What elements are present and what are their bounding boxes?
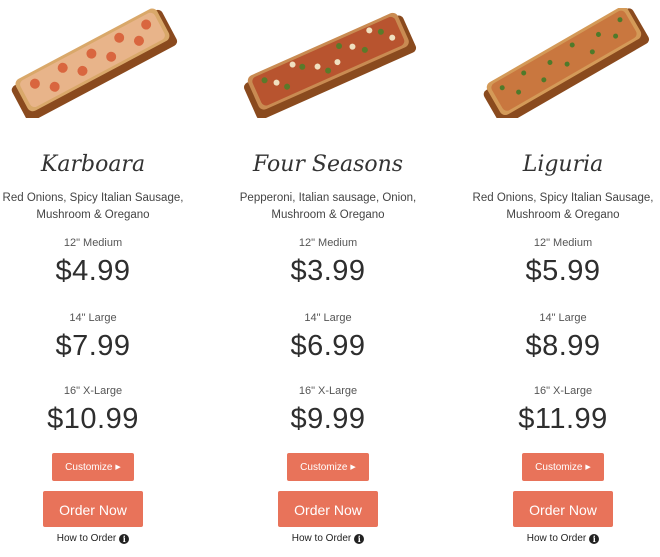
price-large: $8.99 <box>525 330 601 362</box>
how-to-order-label: How to Order <box>526 533 587 544</box>
pizza-card-four-seasons: Four Seasons Pepperoni, Italian sausage,… <box>218 0 438 557</box>
how-to-order-link[interactable]: How to Order i <box>0 533 203 544</box>
customize-button[interactable]: Customize ▶ <box>287 453 369 481</box>
price-medium: $4.99 <box>55 255 131 287</box>
pizza-board-image <box>11 8 178 118</box>
info-circle-icon: i <box>119 534 130 544</box>
size-label-xlarge: 16" X-Large <box>63 385 123 397</box>
triangle-right-icon: ▶ <box>585 464 591 471</box>
pizza-card-liguria: Liguria Red Onions, Spicy Italian Sausag… <box>453 0 660 557</box>
size-label-xlarge: 16" X-Large <box>533 385 593 397</box>
customize-label: Customize <box>65 462 113 473</box>
how-to-order-label: How to Order <box>291 533 352 544</box>
pizza-name: Karboara <box>40 152 146 177</box>
pizza-menu-grid: Karboara Red Onions, Spicy Italian Sausa… <box>0 0 660 557</box>
pizza-card-karboara: Karboara Red Onions, Spicy Italian Sausa… <box>0 0 203 557</box>
size-label-large: 14" Large <box>539 312 587 324</box>
triangle-right-icon: ▶ <box>115 464 121 471</box>
customize-label: Customize <box>300 462 348 473</box>
order-now-button[interactable]: Order Now <box>513 491 613 527</box>
price-xlarge: $10.99 <box>47 403 139 435</box>
how-to-order-label: How to Order <box>56 533 117 544</box>
size-label-medium: 12" Medium <box>63 237 123 249</box>
price-large: $7.99 <box>55 330 131 362</box>
customize-button[interactable]: Customize ▶ <box>52 453 134 481</box>
price-medium: $5.99 <box>525 255 601 287</box>
pizza-board-image <box>483 8 650 118</box>
price-large: $6.99 <box>290 330 366 362</box>
pizza-name: Liguria <box>522 152 604 177</box>
how-to-order-link[interactable]: How to Order i <box>453 533 660 544</box>
pizza-name: Four Seasons <box>252 152 404 177</box>
price-medium: $3.99 <box>290 255 366 287</box>
size-label-xlarge: 16" X-Large <box>298 385 358 397</box>
pizza-description: Red Onions, Spicy Italian Sausage, Mushr… <box>2 192 184 221</box>
pizza-image-four-seasons <box>233 8 423 118</box>
order-now-button[interactable]: Order Now <box>43 491 143 527</box>
pizza-description: Pepperoni, Italian sausage, Onion, Mushr… <box>239 192 417 221</box>
how-to-order-link[interactable]: How to Order i <box>218 533 438 544</box>
price-xlarge: $11.99 <box>518 403 608 435</box>
info-circle-icon: i <box>354 534 365 544</box>
size-label-large: 14" Large <box>304 312 352 324</box>
size-label-medium: 12" Medium <box>533 237 593 249</box>
pizza-description: Red Onions, Spicy Italian Sausage, Mushr… <box>472 192 654 221</box>
pizza-image-liguria <box>468 8 658 118</box>
info-circle-icon: i <box>589 534 600 544</box>
triangle-right-icon: ▶ <box>350 464 356 471</box>
order-now-button[interactable]: Order Now <box>278 491 378 527</box>
size-label-large: 14" Large <box>69 312 117 324</box>
size-label-medium: 12" Medium <box>298 237 358 249</box>
pizza-image-karboara <box>0 8 188 118</box>
customize-button[interactable]: Customize ▶ <box>522 453 604 481</box>
pizza-board-image <box>244 12 417 118</box>
price-xlarge: $9.99 <box>290 403 366 435</box>
customize-label: Customize <box>535 462 583 473</box>
